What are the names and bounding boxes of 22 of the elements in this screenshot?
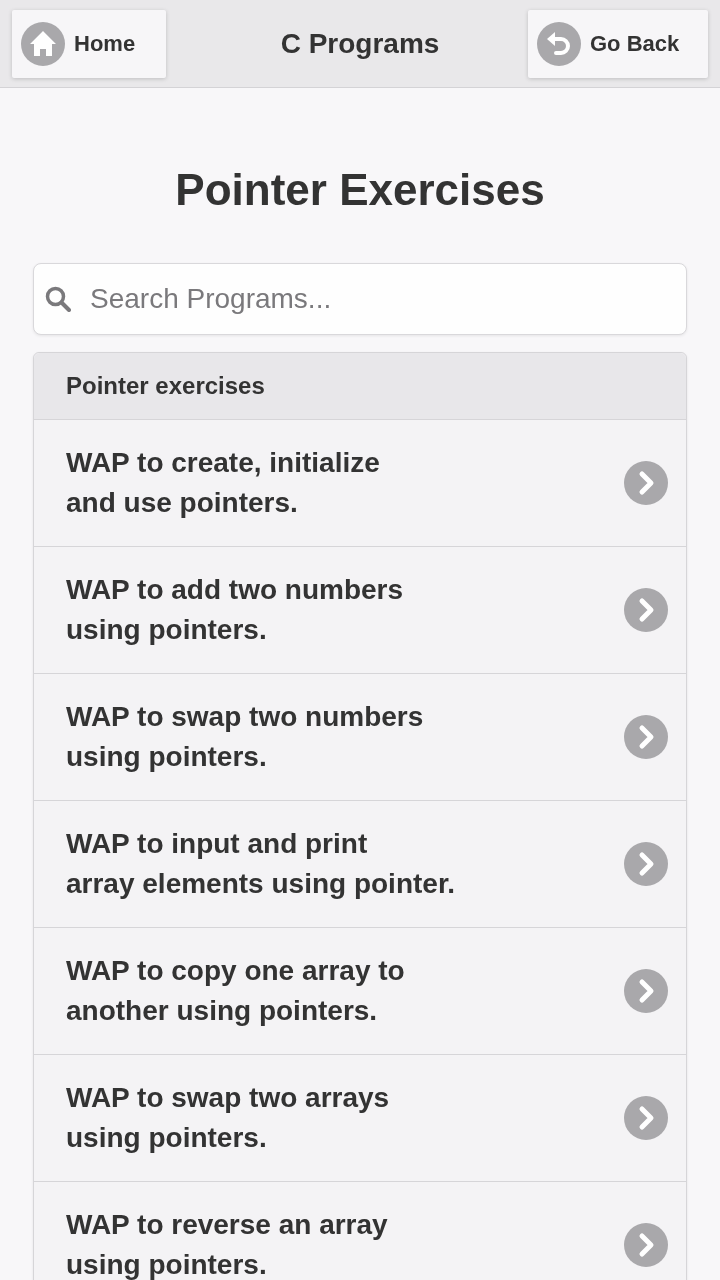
exercise-list-item[interactable]: WAP to create, initialize and use pointers. <box>34 420 686 547</box>
chevron-right-icon <box>624 1096 668 1140</box>
chevron-right-icon <box>624 461 668 505</box>
chevron-right-icon <box>624 588 668 632</box>
search-icon <box>45 286 71 312</box>
chevron-right-icon <box>624 842 668 886</box>
exercise-list-item[interactable]: WAP to input and print array elements using pointer. <box>34 801 686 928</box>
home-button[interactable]: Home <box>12 9 166 78</box>
go-back-button[interactable]: Go Back <box>528 9 708 78</box>
list-heading: Pointer exercises <box>34 353 686 420</box>
exercise-list-item[interactable]: WAP to swap two numbers using pointers. <box>34 674 686 801</box>
home-icon <box>21 21 65 66</box>
exercise-list-item[interactable]: WAP to add two numbers using pointers. <box>34 547 686 674</box>
exercise-list-item[interactable]: WAP to swap two arrays using pointers. <box>34 1055 686 1182</box>
page-title: Pointer Exercises <box>174 164 546 216</box>
chevron-right-icon <box>624 1223 668 1267</box>
app-title: C Programs <box>280 27 440 60</box>
exercise-list-item[interactable]: WAP to copy one array to another using pointers. <box>34 928 686 1055</box>
exercise-list-item[interactable]: WAP to reverse an array using pointers. <box>34 1182 686 1280</box>
chevron-right-icon <box>624 969 668 1013</box>
search-field[interactable]: Search Programs... <box>33 263 687 335</box>
chevron-right-icon <box>624 715 668 759</box>
